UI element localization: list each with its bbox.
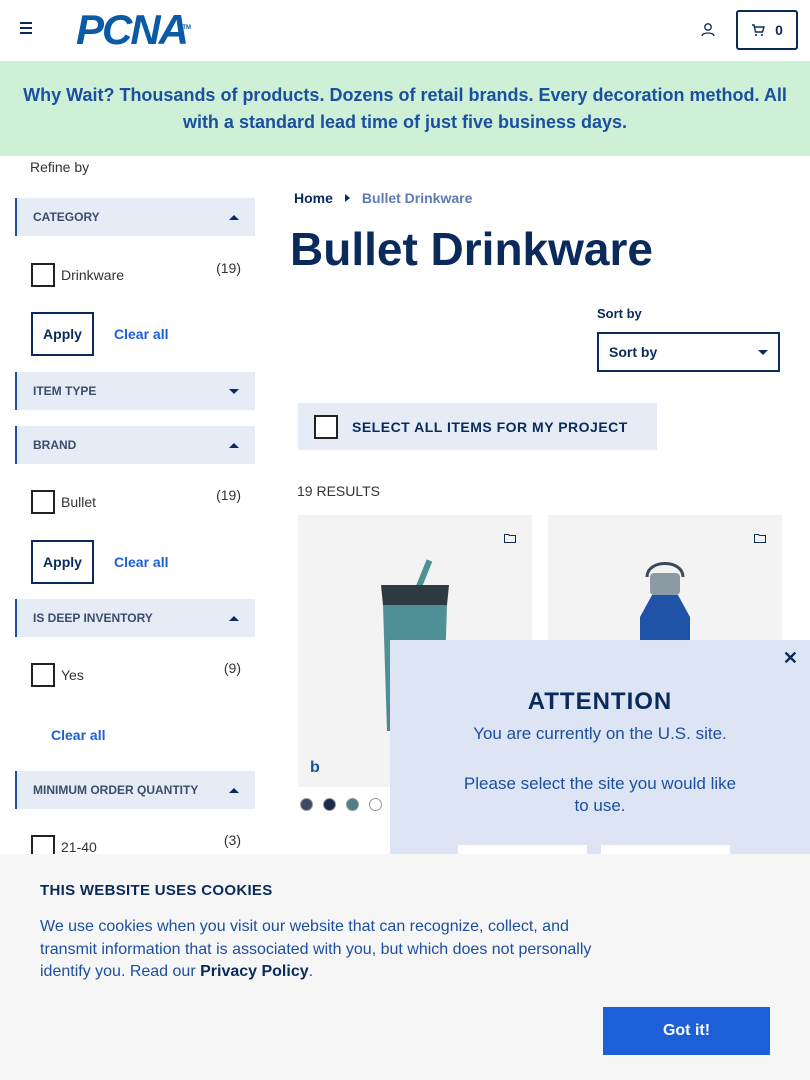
logo-tm: TM [182,25,192,31]
promo-banner: Why Wait? Thousands of products. Dozens … [0,61,810,156]
clear-all-link[interactable]: Clear all [51,727,105,743]
user-icon[interactable] [700,22,716,38]
checkbox[interactable] [31,263,55,287]
option-label: Bullet [61,494,97,510]
page-title: Bullet Drinkware [290,223,653,275]
site-select-modal: ✕ ATTENTION You are currently on the U.S… [390,640,810,885]
folder-icon[interactable] [504,533,516,543]
caret-down-icon [229,388,239,394]
cart-count: 0 [775,22,783,38]
cookie-title: THIS WEBSITE USES COOKIES [40,882,273,899]
pcna-logo[interactable]: PCNA TM [76,9,191,51]
chevron-right-icon [344,194,350,202]
apply-button[interactable]: Apply [31,312,94,356]
caret-up-icon [229,214,239,220]
swatch[interactable] [369,798,382,811]
caret-down-icon [758,349,768,355]
cookie-period: . [308,963,314,980]
option-count: (19) [216,260,241,276]
modal-prompt: Please select the site you would like to… [463,774,737,815]
refine-label: Refine by [30,159,90,175]
breadcrumb-home[interactable]: Home [294,190,333,206]
results-count: 19 RESULTS [297,483,380,499]
facet-category-header[interactable]: CATEGORY [15,198,255,236]
promo-text: Why Wait? Thousands of products. Dozens … [23,84,787,132]
swatch[interactable] [346,798,359,811]
swatch[interactable] [300,798,313,811]
cookie-body: We use cookies when you visit our websit… [40,918,592,980]
facet-title: CATEGORY [33,210,100,224]
close-icon[interactable]: ✕ [783,648,798,669]
clear-all-link[interactable]: Clear all [114,326,168,342]
facet-brand-header[interactable]: BRAND [15,426,255,464]
facet-moq-header[interactable]: MINIMUM ORDER QUANTITY [15,771,255,809]
sort-select[interactable]: Sort by [597,332,780,372]
caret-up-icon [229,615,239,621]
option-count: (3) [223,832,241,848]
cart-button[interactable]: 0 [736,10,798,50]
cart-icon [752,24,766,36]
got-it-button[interactable]: Got it! [603,1007,770,1055]
facet-title: IS DEEP INVENTORY [33,611,153,625]
select-all-items[interactable]: SELECT ALL ITEMS FOR MY PROJECT [298,403,657,450]
modal-title: ATTENTION [527,688,673,715]
select-all-label: SELECT ALL ITEMS FOR MY PROJECT [352,418,628,435]
privacy-policy-link[interactable]: Privacy Policy [200,963,309,980]
option-label: Drinkware [61,267,125,283]
checkbox[interactable] [31,490,55,514]
swatch[interactable] [323,798,336,811]
caret-up-icon [229,787,239,793]
cookie-banner: THIS WEBSITE USES COOKIES We use cookies… [0,854,810,1080]
modal-message: You are currently on the U.S. site. [473,724,727,743]
facet-title: BRAND [33,438,77,452]
facet-title: ITEM TYPE [33,384,97,398]
sort-label: Sort by [597,306,642,321]
option-count: (19) [216,487,241,503]
checkbox[interactable] [314,414,338,439]
folder-icon[interactable] [754,533,766,543]
caret-up-icon [229,442,239,448]
breadcrumb-current: Bullet Drinkware [361,190,473,206]
brand-mark: b [310,759,320,776]
cookie-text: We use cookies when you visit our websit… [40,916,600,984]
breadcrumb: Home Bullet Drinkware [294,190,472,206]
site-header: PCNA TM 0 [0,0,810,61]
facet-option-drinkware[interactable]: Drinkware (19) [31,260,241,287]
checkbox[interactable] [31,663,55,687]
facet-option-bullet[interactable]: Bullet (19) [31,487,241,514]
sort-selected: Sort by [609,344,658,360]
menu-icon[interactable] [20,22,36,36]
apply-button[interactable]: Apply [31,540,94,584]
facet-option-yes[interactable]: Yes (9) [31,660,241,687]
facet-title: MINIMUM ORDER QUANTITY [33,783,199,797]
option-label: 21-40 [61,839,97,855]
logo-text: PCNA [76,6,189,53]
option-label: Yes [61,667,84,683]
clear-all-link[interactable]: Clear all [114,554,168,570]
color-swatches [300,798,382,811]
facet-deep-inventory-header[interactable]: IS DEEP INVENTORY [15,599,255,637]
option-count: (9) [223,660,241,676]
facet-item-type-header[interactable]: ITEM TYPE [15,372,255,410]
